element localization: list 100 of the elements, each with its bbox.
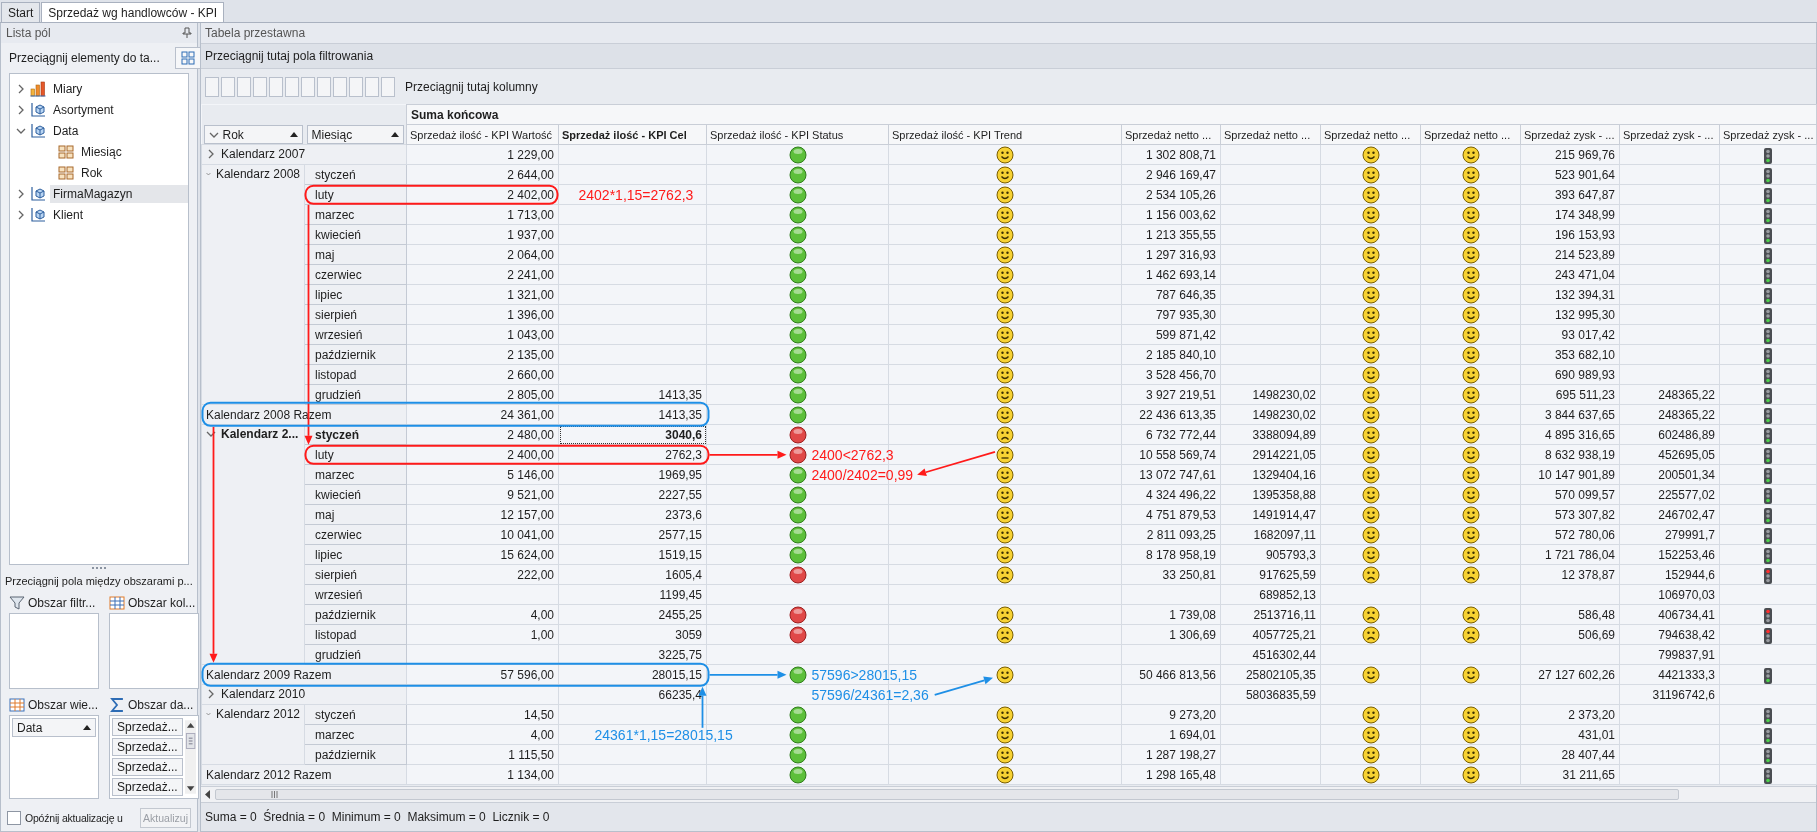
empty-slot (349, 76, 363, 97)
expand-chevron-icon[interactable] (16, 187, 26, 200)
tree-item[interactable]: Asortyment (50, 100, 117, 119)
expand-chevron-icon[interactable] (16, 82, 26, 95)
row-field-button[interactable]: Rok (203, 125, 303, 145)
field-chip[interactable]: Sprzedaż... (112, 738, 183, 756)
table-cell: 4 751 879,53 (1121, 504, 1221, 525)
table-cell: 2513716,11 (1220, 604, 1321, 625)
table-cell: 33 250,81 (1121, 564, 1221, 585)
table-cell: 794638,42 (1619, 624, 1720, 645)
table-cell: 452695,05 (1619, 444, 1720, 465)
table-cell: 523 901,64 (1520, 164, 1620, 185)
cube-icon (30, 101, 46, 118)
empty-slot (237, 76, 251, 97)
expand-chevron-icon[interactable] (16, 103, 26, 116)
annotation-text: 57596/24361=2,36 (811, 685, 929, 704)
scrollbar-thumb[interactable] (215, 789, 1679, 801)
expand-chevron-icon[interactable] (206, 688, 216, 701)
table-cell: 2 064,00 (406, 244, 559, 265)
drag-hint: Przeciągnij pola między obszarami p... (4, 574, 194, 589)
table-cell: 214 523,89 (1520, 244, 1620, 265)
table-cell: 1969,95 (558, 464, 707, 485)
table-cell: 9 273,20 (1121, 704, 1221, 725)
table-cell: 4421333,3 (1619, 664, 1720, 685)
field-chip[interactable]: Sprzedaż... (112, 778, 183, 796)
tree-item[interactable]: Klient (50, 205, 87, 224)
table-cell: 152253,46 (1619, 544, 1720, 565)
table-cell: 14,50 (406, 704, 559, 725)
splitter-grip-icon[interactable] (92, 567, 106, 570)
table-cell: 279991,7 (1619, 524, 1720, 545)
table-cell: 1413,35 (558, 404, 707, 425)
table-cell: 4,00 (406, 724, 559, 745)
checkbox[interactable] (7, 811, 21, 825)
table-cell: 799837,91 (1619, 644, 1720, 665)
table-cell: 1 115,50 (406, 744, 559, 765)
tree-item[interactable]: FirmaMagazyn (50, 184, 188, 203)
table-cell: 200501,34 (1619, 464, 1720, 485)
table-cell: 1 156 003,62 (1121, 204, 1221, 225)
table-cell: 10 147 901,89 (1520, 464, 1620, 485)
table-cell: 1 937,00 (406, 224, 559, 245)
table-cell: 570 099,57 (1520, 484, 1620, 505)
empty-slot (205, 76, 219, 97)
table-cell: 9 521,00 (406, 484, 559, 505)
row-header-label: Kalendarz 2008 (215, 166, 300, 184)
table-cell: 353 682,10 (1520, 344, 1620, 365)
row-header-label: Kalendarz 2007 (221, 146, 306, 164)
empty-slot (285, 76, 299, 97)
empty-slot (269, 76, 283, 97)
table-cell: 1199,45 (558, 584, 707, 605)
table-cell: 1 321,00 (406, 284, 559, 305)
table-cell: 431,01 (1520, 724, 1620, 745)
table-cell: 689852,13 (1220, 584, 1321, 605)
empty-slot (221, 76, 235, 97)
tree-item[interactable]: Miesiąc (78, 142, 125, 161)
field-chip[interactable]: Sprzedaż... (112, 718, 183, 736)
vertical-scrollbar[interactable] (184, 718, 196, 796)
table-cell: 215 969,76 (1520, 144, 1620, 165)
sigma-icon (109, 697, 125, 713)
status-bar-text: Suma = 0 Średnia = 0 Minimum = 0 Maksimum = 0 Licznik = 0 (201, 802, 1816, 831)
field-chip[interactable]: Sprzedaż... (112, 758, 183, 776)
area-label: Obszar kol... (128, 596, 196, 610)
scroll-left-arrow-icon[interactable] (205, 790, 211, 800)
table-cell: 2914221,05 (1220, 444, 1321, 465)
row-header-cell[interactable]: Kalendarz 2012 Razem (201, 764, 407, 785)
table-cell: 8 178 958,19 (1121, 544, 1221, 565)
field-chip[interactable]: Data (12, 718, 96, 737)
table-cell: 1605,4 (558, 564, 707, 585)
table-cell: 2 946 169,47 (1121, 164, 1221, 185)
annotation-text: 2402*1,15=2762,3 (578, 185, 694, 204)
tab[interactable]: Start (1, 2, 41, 22)
table-cell: 196 153,93 (1520, 224, 1620, 245)
table-cell: 787 646,35 (1121, 284, 1221, 305)
pin-icon[interactable] (182, 27, 192, 39)
table-cell: 1 134,00 (406, 764, 559, 785)
table-cell: 1 739,08 (1121, 604, 1221, 625)
table-cell: 602486,89 (1619, 424, 1720, 445)
table-cell: 50 466 813,56 (1121, 664, 1221, 685)
grip-icon (271, 791, 279, 799)
row-header-label: Kalendarz 2012 (215, 706, 300, 724)
filter-drop-area: Przeciągnij tutaj pola filtrowania (201, 43, 1816, 69)
tab[interactable]: Sprzedaż wg handlowców - KPI (41, 2, 225, 22)
table-cell: 1 462 693,14 (1121, 264, 1221, 285)
table-cell: 12 378,87 (1520, 564, 1620, 585)
annotation-text: 2400/2402=0,99 (811, 465, 914, 484)
tree-item[interactable]: Miary (50, 79, 86, 98)
row-field-button[interactable]: Miesiąc (306, 125, 404, 145)
table-cell: 905793,3 (1220, 544, 1321, 565)
tree-item[interactable]: Rok (78, 163, 106, 182)
layout-button[interactable] (175, 47, 201, 69)
table-icon (109, 595, 125, 611)
table-cell: 2227,55 (558, 484, 707, 505)
table-cell: 10 041,00 (406, 524, 559, 545)
column-header[interactable]: Sprzedaż ilość - KPI Wartość (406, 124, 559, 145)
expand-chevron-icon[interactable] (16, 208, 26, 221)
tree-item[interactable]: Data (50, 121, 82, 140)
table-cell: 1 694,01 (1121, 724, 1221, 745)
expand-chevron-icon[interactable] (206, 148, 216, 161)
table-cell: 132 394,31 (1520, 284, 1620, 305)
table-cell: 917625,59 (1220, 564, 1321, 585)
table-cell: 2 185 840,10 (1121, 344, 1221, 365)
